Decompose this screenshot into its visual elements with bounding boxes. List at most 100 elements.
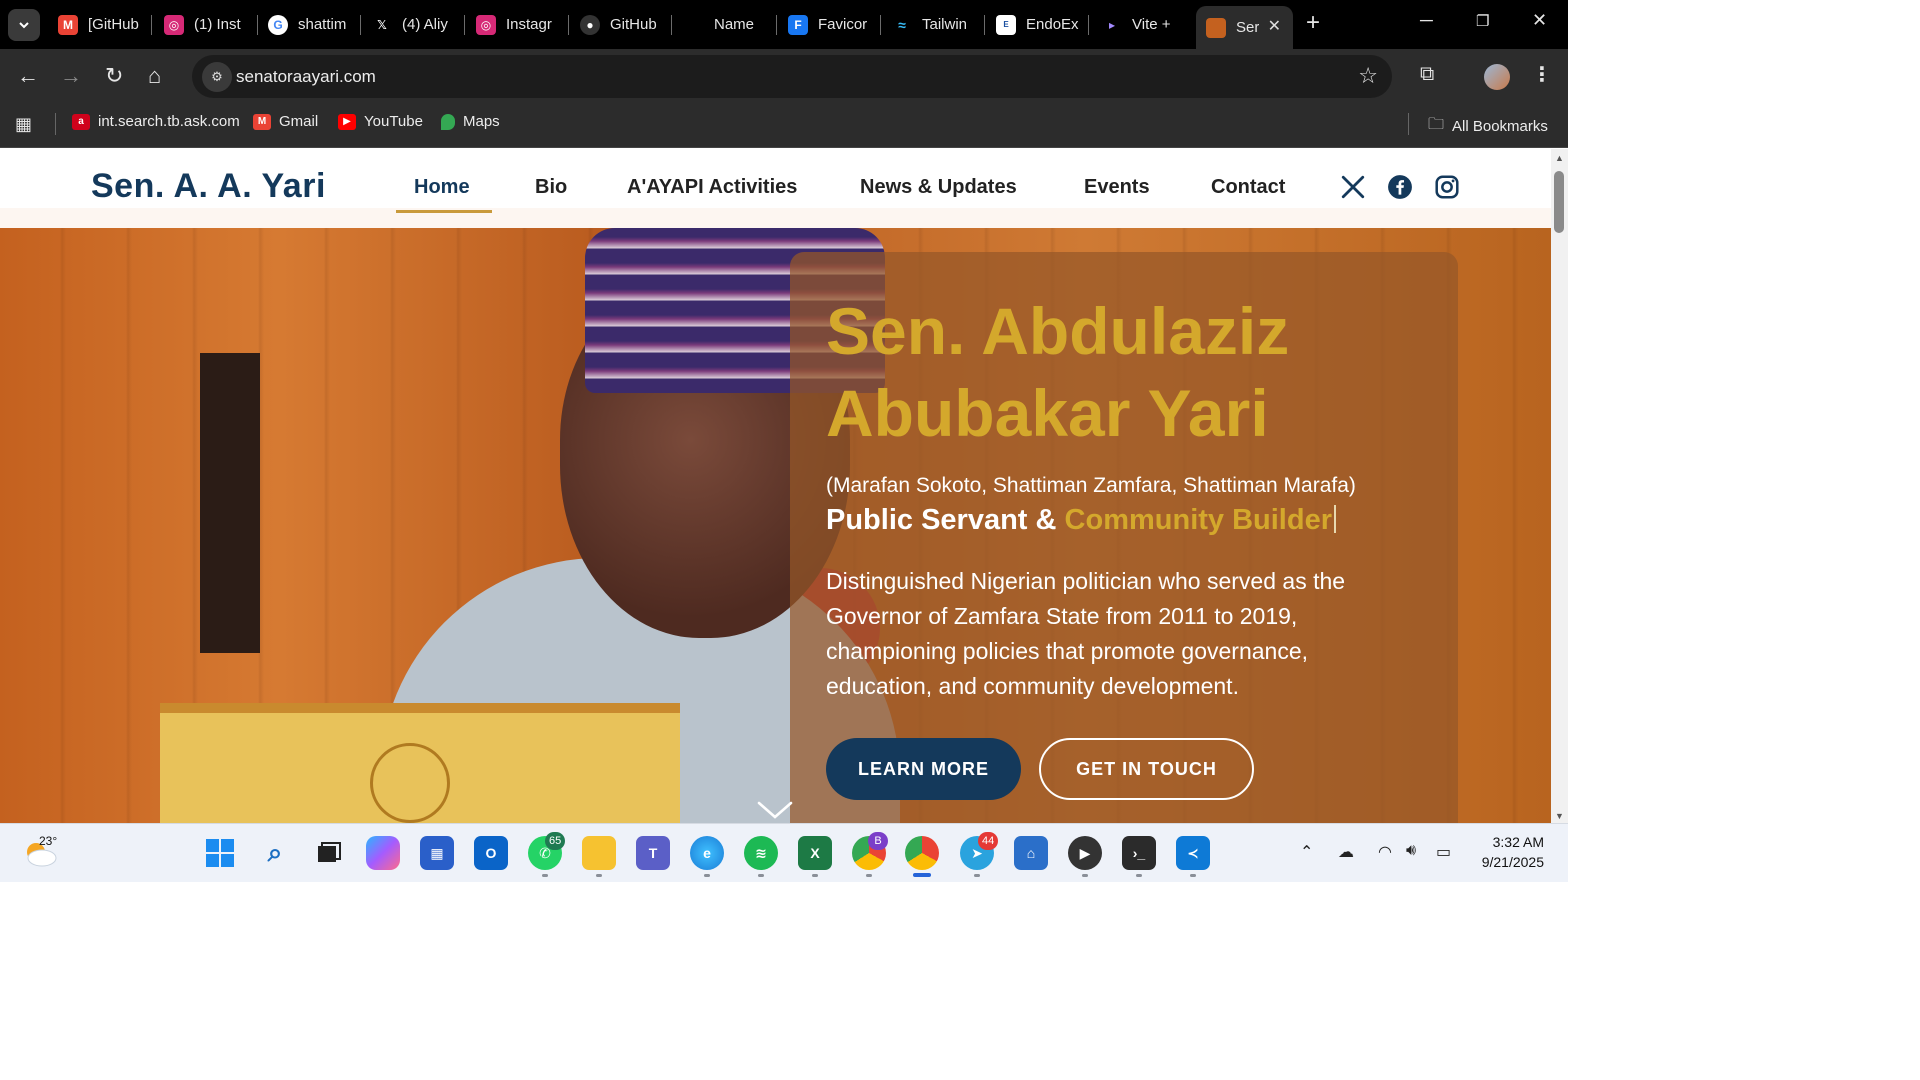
windows-start-icon[interactable] xyxy=(203,836,237,870)
hero-tagline: Public Servant & Community Builder xyxy=(826,504,1336,537)
x-icon: 𝕏 xyxy=(377,17,387,32)
hero-card: Sen. Abdulaziz Abubakar Yari (Marafan So… xyxy=(790,252,1458,823)
active-nav-indicator xyxy=(396,210,492,213)
clock-time[interactable]: 3:32 AM xyxy=(1480,834,1544,850)
clock-date[interactable]: 9/21/2025 xyxy=(1470,854,1544,870)
volume-icon[interactable]: 🔊︎ xyxy=(1406,842,1416,860)
youtube-icon: ▶ xyxy=(338,113,356,130)
tab-instagram-2[interactable]: ◎ Instagr xyxy=(466,6,566,43)
taskbar: 23° ⌕ ▦ O ✆ 65 T e ≋ X B ➤ 44 ⌂ ▶ ›_ ≺ ⌃… xyxy=(0,823,1568,882)
tab-vite[interactable]: ▸ Vite + xyxy=(1092,6,1192,43)
x-twitter-icon[interactable] xyxy=(1340,174,1366,200)
search-icon[interactable]: ⌕ xyxy=(258,836,292,870)
terminal-icon[interactable]: ›_ xyxy=(1122,836,1156,870)
instagram-icon[interactable] xyxy=(1434,174,1460,200)
hero-title: Sen. Abdulaziz Abubakar Yari xyxy=(826,294,1290,450)
task-view-icon[interactable] xyxy=(311,836,345,870)
new-tab-button[interactable]: + xyxy=(1306,11,1320,35)
page-scrollbar[interactable]: ▲ ▼ xyxy=(1551,149,1568,823)
back-icon[interactable]: ← xyxy=(17,63,39,89)
tab-strip: M [GitHub ◎ (1) Inst G shattim 𝕏 (4) Ali… xyxy=(0,0,1568,49)
hero-description: Distinguished Nigerian politician who se… xyxy=(826,568,1346,699)
google-icon: G xyxy=(268,14,288,35)
onedrive-cloud-icon[interactable]: ☁ xyxy=(1338,842,1354,862)
page-viewport: Sen. A. A. Yari Home Bio A'AYAPI Activit… xyxy=(0,149,1551,823)
tab-senator-site[interactable]: Ser ✕ xyxy=(1196,6,1293,49)
nav-home[interactable]: Home xyxy=(414,176,470,199)
outlook-icon[interactable]: O xyxy=(474,836,508,870)
browser-toolbar: ← → ↻ ⌂ ⚙ senatoraayari.com ☆ ⧉ ⋮ xyxy=(0,49,1568,105)
bookmark-maps[interactable]: Maps xyxy=(441,113,500,130)
restore-window-icon[interactable]: ❐ xyxy=(1476,12,1489,30)
home-icon[interactable]: ⌂ xyxy=(148,63,161,89)
nav-contact[interactable]: Contact xyxy=(1211,176,1285,199)
hero-aliases: (Marafan Sokoto, Shattiman Zamfara, Shat… xyxy=(826,474,1356,497)
blank-page-icon xyxy=(684,15,704,35)
tab-x[interactable]: 𝕏 (4) Aliy xyxy=(362,6,462,43)
vscode-icon[interactable]: ≺ xyxy=(1176,836,1210,870)
github-icon: ● xyxy=(580,14,600,35)
profile-avatar[interactable] xyxy=(1484,64,1510,90)
address-bar[interactable]: ⚙ senatoraayari.com ☆ xyxy=(192,55,1392,98)
reload-icon[interactable]: ↻ xyxy=(105,63,123,89)
extensions-icon[interactable]: ⧉ xyxy=(1420,63,1434,86)
tab-github[interactable]: ● GitHub xyxy=(570,6,670,43)
instagram-icon: ◎ xyxy=(164,14,184,35)
tab-instagram-1[interactable]: ◎ (1) Inst xyxy=(154,6,254,43)
bookmark-ask[interactable]: a int.search.tb.ask.com xyxy=(72,113,240,130)
nav-ayapi-activities[interactable]: A'AYAPI Activities xyxy=(627,176,797,199)
media-player-icon[interactable]: ▶ xyxy=(1068,836,1102,870)
remote-desktop-icon[interactable]: ⌂ xyxy=(1014,836,1048,870)
chrome-icon[interactable] xyxy=(905,836,939,870)
tab-gmail[interactable]: M [GitHub xyxy=(48,6,148,43)
favicon-io-icon: F xyxy=(788,14,808,35)
tagline-prefix: Public Servant & xyxy=(826,504,1057,536)
edge-icon[interactable]: e xyxy=(690,836,724,870)
maps-pin-icon xyxy=(441,113,455,130)
close-window-icon[interactable]: ✕ xyxy=(1532,10,1547,31)
tab-search-button[interactable] xyxy=(8,9,40,41)
copilot-icon[interactable] xyxy=(366,836,400,870)
get-in-touch-button[interactable]: GET IN TOUCH xyxy=(1039,738,1254,800)
site-info-icon[interactable]: ⚙ xyxy=(202,62,232,92)
apps-grid-icon[interactable]: ▦ xyxy=(15,114,32,135)
tab-name[interactable]: Name xyxy=(674,6,774,43)
wifi-icon[interactable]: ◠ xyxy=(1378,842,1392,862)
facebook-icon[interactable] xyxy=(1387,174,1413,200)
teams-icon[interactable]: T xyxy=(636,836,670,870)
minimize-window-icon[interactable]: ─ xyxy=(1420,10,1433,31)
forward-icon[interactable]: → xyxy=(60,63,82,89)
bookmark-star-icon[interactable]: ☆ xyxy=(1358,63,1378,89)
scroll-up-arrow-icon[interactable]: ▲ xyxy=(1555,153,1564,163)
tab-tailwind[interactable]: ≈ Tailwin xyxy=(882,6,982,43)
tagline-accent: Community Builder xyxy=(1064,504,1332,536)
excel-icon[interactable]: X xyxy=(798,836,832,870)
nav-bio[interactable]: Bio xyxy=(535,176,567,199)
scrollbar-thumb[interactable] xyxy=(1554,171,1564,233)
show-hidden-icons-chevron[interactable]: ⌃ xyxy=(1300,842,1313,862)
spotify-icon[interactable]: ≋ xyxy=(744,836,778,870)
active-app-indicator xyxy=(913,873,931,877)
file-explorer-icon[interactable] xyxy=(582,836,616,870)
scroll-down-chevron-icon[interactable] xyxy=(757,800,793,820)
nav-events[interactable]: Events xyxy=(1084,176,1150,199)
chrome-profile-badge: B xyxy=(868,832,888,850)
all-bookmarks-button[interactable]: 🗀 All Bookmarks xyxy=(1428,113,1548,140)
nav-news-updates[interactable]: News & Updates xyxy=(860,176,1017,199)
scroll-down-arrow-icon[interactable]: ▼ xyxy=(1555,811,1564,821)
site-logo[interactable]: Sen. A. A. Yari xyxy=(91,167,326,206)
tab-favicon[interactable]: F Favicor xyxy=(778,6,878,43)
instagram-icon: ◎ xyxy=(476,14,496,35)
learn-more-button[interactable]: LEARN MORE xyxy=(826,738,1021,800)
battery-icon[interactable]: ▭ xyxy=(1436,842,1451,862)
close-tab-icon[interactable]: ✕ xyxy=(1268,16,1281,36)
microsoft-store-icon[interactable]: ▦ xyxy=(420,836,454,870)
browser-menu-icon[interactable]: ⋮ xyxy=(1532,62,1552,87)
bookmark-gmail[interactable]: M Gmail xyxy=(253,113,318,130)
vite-icon: ▸ xyxy=(1108,17,1116,32)
tab-google[interactable]: G shattim xyxy=(258,6,358,43)
ask-icon: a xyxy=(72,113,90,130)
bookmark-youtube[interactable]: ▶ YouTube xyxy=(338,113,423,130)
url-text[interactable]: senatoraayari.com xyxy=(236,67,376,87)
tab-endoex[interactable]: E EndoEx xyxy=(986,6,1086,43)
